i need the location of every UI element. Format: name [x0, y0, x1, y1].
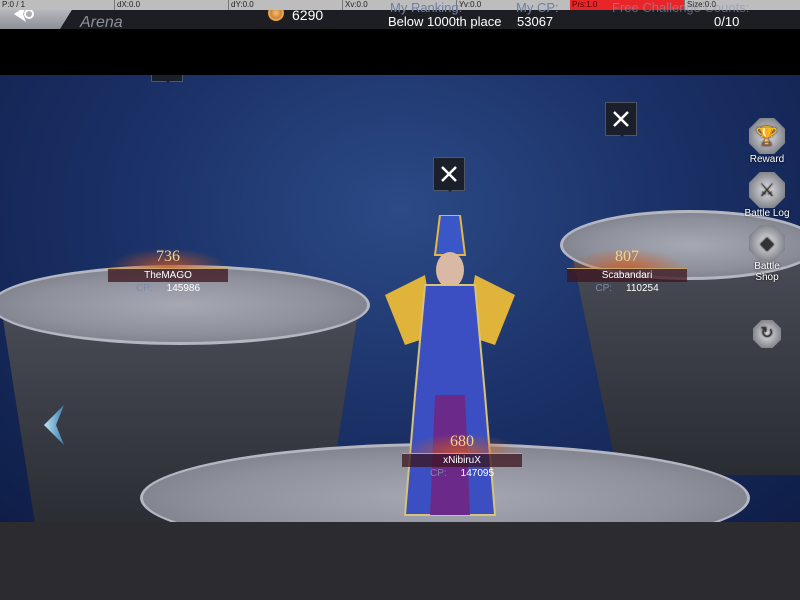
- battle-shop-button[interactable]: ◆ Battle Shop: [742, 225, 792, 283]
- arena-scene: 736 TheMAGO CP: 145986 807 Scabandari CP:…: [0, 75, 800, 522]
- opponent-rank: 807: [567, 248, 687, 268]
- battle-log-icon: ⚔: [749, 172, 785, 208]
- cp-label: CP:: [595, 283, 613, 294]
- crossed-swords-icon: [613, 111, 629, 127]
- ranking-value: Below 1000th place: [388, 14, 502, 29]
- opponent-name: Scabandari: [567, 268, 687, 282]
- refresh-icon: ↻: [753, 320, 781, 348]
- page-title: Arena: [80, 14, 123, 31]
- debug-dy: dY:0.0: [228, 0, 254, 10]
- battle-log-label: Battle Log: [744, 208, 790, 219]
- opponent-rank: 680: [402, 433, 522, 453]
- challenge-label: Free Challenge Counts:: [612, 0, 750, 15]
- challenge-button-scabandari[interactable]: [605, 102, 637, 137]
- cp-value: 53067: [517, 14, 554, 29]
- opponent-rank: 736: [108, 248, 228, 268]
- battle-log-button[interactable]: ⚔ Battle Log: [742, 172, 792, 219]
- opponent-tag-scabandari[interactable]: 807 Scabandari CP: 110254: [567, 248, 687, 296]
- opponent-name: xNibiruX: [402, 453, 522, 467]
- ranking-label: My Ranking:: [390, 0, 463, 15]
- crossed-swords-icon: [441, 166, 457, 182]
- challenge-button-xnibirux[interactable]: [433, 157, 465, 192]
- opponent-tag-themago[interactable]: 736 TheMAGO CP: 145986: [108, 248, 228, 296]
- reward-button[interactable]: 🏆 Reward: [742, 118, 792, 165]
- debug-p: P:0 / 1: [2, 0, 26, 9]
- opponent-cp: 145986: [166, 283, 201, 294]
- reward-label: Reward: [749, 154, 785, 165]
- opponent-name: TheMAGO: [108, 268, 228, 282]
- cp-label: CP:: [429, 468, 447, 479]
- cp-label: CP:: [135, 283, 153, 294]
- cp-label: My CP:: [516, 0, 559, 15]
- bottom-bar: [0, 522, 800, 600]
- diamond-icon: ◆: [749, 225, 785, 261]
- opponent-tag-xnibirux[interactable]: 680 xNibiruX CP: 147095: [402, 433, 522, 481]
- opponent-cp: 110254: [626, 283, 659, 294]
- opponent-cp: 147095: [460, 468, 495, 479]
- trophy-icon: 🏆: [749, 118, 785, 154]
- debug-dx: dX:0.0: [114, 0, 140, 10]
- challenge-button-themago[interactable]: [151, 75, 183, 83]
- debug-xv: Xv:0.0: [342, 0, 368, 10]
- challenge-value: 0/10: [714, 14, 740, 29]
- battle-shop-label: Battle Shop: [754, 261, 780, 283]
- refresh-button[interactable]: ↻: [742, 320, 792, 348]
